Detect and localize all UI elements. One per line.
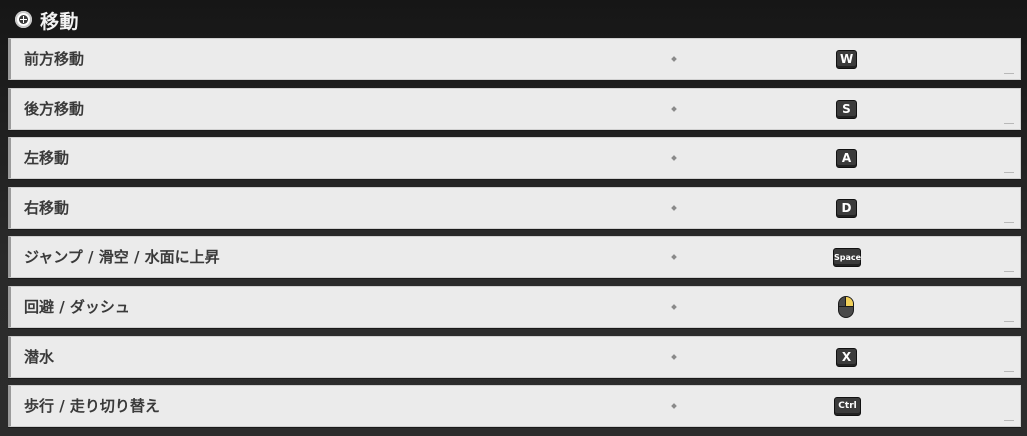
separator-dot-icon — [671, 204, 677, 211]
separator-dot-icon — [671, 353, 677, 360]
key-button[interactable]: D — [836, 198, 857, 218]
section-title: 移動 — [40, 11, 80, 33]
key-button[interactable]: S — [836, 99, 857, 119]
keybind-label: ジャンプ / 滑空 / 水面に上昇 — [24, 248, 220, 267]
section-header: 移動 — [0, 0, 1027, 36]
keybind-row-left[interactable]: 左移動 A — [8, 137, 1021, 180]
keybind-label: 前方移動 — [24, 50, 85, 68]
keybind-row-right[interactable]: 右移動 D — [8, 186, 1021, 229]
keybind-row-walk-toggle[interactable]: 歩行 / 走り切り替え Ctrl — [8, 385, 1021, 428]
corner-mark-icon — [1004, 271, 1014, 273]
key-button[interactable]: X — [836, 347, 857, 367]
mouse-right-button-icon[interactable] — [838, 295, 854, 318]
keybind-row-dive[interactable]: 潜水 X — [8, 335, 1021, 378]
corner-mark-icon — [1004, 221, 1014, 223]
keybind-row-dodge[interactable]: 回避 / ダッシュ — [8, 285, 1021, 328]
keybind-row-backward[interactable]: 後方移動 S — [8, 87, 1021, 130]
separator-dot-icon — [671, 155, 677, 162]
keybind-label: 回避 / ダッシュ — [24, 297, 130, 316]
separator-dot-icon — [671, 56, 677, 62]
keybind-label: 左移動 — [24, 149, 70, 168]
corner-mark-icon — [1004, 420, 1014, 422]
keybind-row-forward[interactable]: 前方移動 W — [8, 38, 1021, 80]
corner-mark-icon — [1004, 172, 1014, 174]
keybind-label: 潜水 — [24, 347, 55, 366]
corner-mark-icon — [1004, 320, 1014, 322]
corner-mark-icon — [1004, 122, 1014, 124]
corner-mark-icon — [1004, 370, 1014, 372]
key-button[interactable]: A — [836, 149, 857, 169]
separator-dot-icon — [671, 254, 677, 261]
keybind-row-jump[interactable]: ジャンプ / 滑空 / 水面に上昇 Space — [8, 236, 1021, 279]
keybind-label: 右移動 — [24, 198, 70, 217]
key-button[interactable]: Ctrl — [834, 397, 861, 417]
separator-dot-icon — [671, 403, 677, 409]
corner-mark-icon — [1004, 73, 1014, 74]
separator-dot-icon — [671, 304, 677, 310]
key-button[interactable]: W — [836, 50, 857, 69]
keybind-label: 後方移動 — [24, 99, 85, 118]
keybind-label: 歩行 / 走り切り替え — [24, 397, 160, 416]
separator-dot-icon — [671, 105, 677, 112]
keybind-list: 前方移動 W 後方移動 S 左移動 A 右移動 D ジャンプ / 滑空 / 水面… — [8, 38, 1021, 435]
key-button[interactable]: Space — [833, 248, 861, 268]
plus-circle-icon — [15, 11, 32, 28]
